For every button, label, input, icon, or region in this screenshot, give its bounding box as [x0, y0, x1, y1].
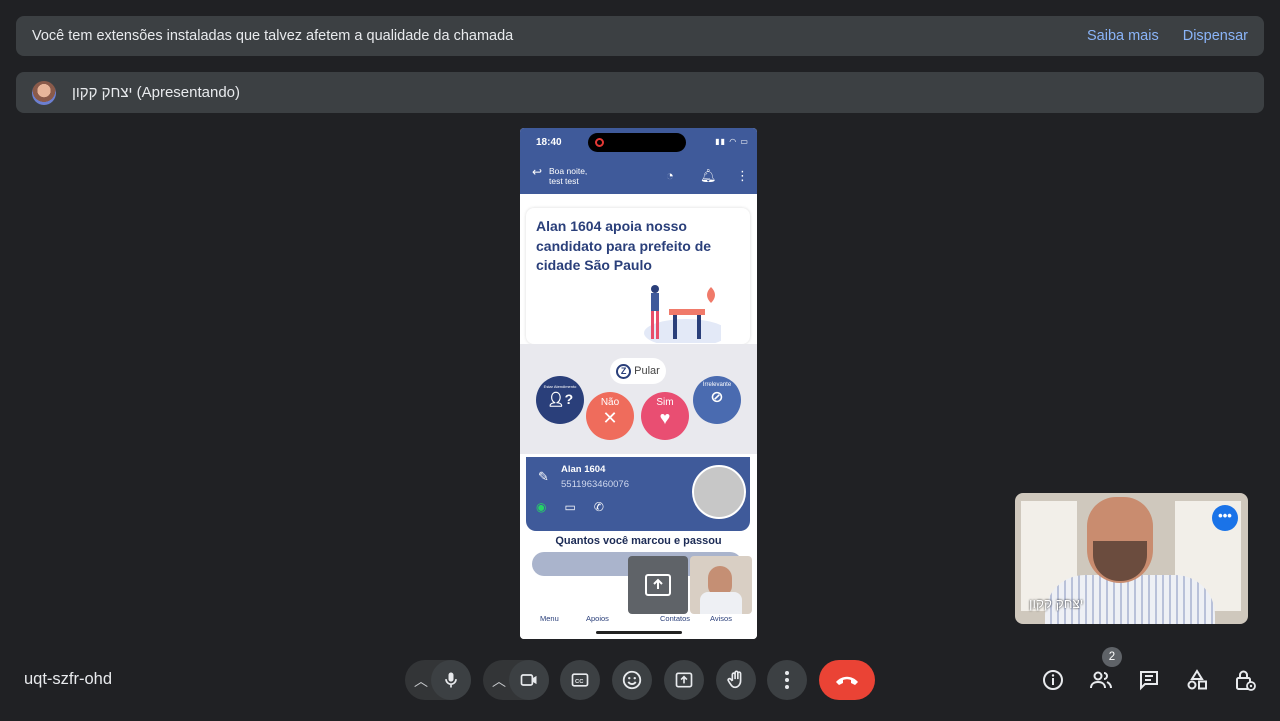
present-screen-button[interactable] [664, 660, 704, 700]
meeting-details-icon[interactable] [1041, 668, 1065, 692]
question-text: Quantos você marcou e passou [555, 535, 722, 547]
nav-item-avisos: Avisos [710, 614, 732, 623]
phone-icon[interactable]: ✆ [594, 500, 622, 514]
yes-button[interactable]: Sim ♥ [641, 392, 689, 440]
home-indicator [596, 631, 682, 634]
presenter-bar: יצחק קקון (Apresentando) [16, 72, 1264, 113]
irrelevant-button[interactable]: Irrelevante ⊘ [693, 376, 741, 424]
host-controls-icon[interactable] [1233, 668, 1257, 692]
contact-phone: 5511963460076 [561, 479, 629, 490]
emoji-icon [622, 670, 642, 690]
message-icon[interactable]: ▭ [564, 500, 593, 514]
no-button[interactable]: Não ✕ [586, 392, 634, 440]
end-call-icon [836, 676, 858, 685]
nav-item-apoios: Apoios [586, 614, 609, 623]
mic-button[interactable] [431, 660, 471, 700]
more-vert-icon: ⋮ [736, 168, 749, 183]
more-options-button[interactable] [767, 660, 807, 700]
dynamic-island [588, 133, 686, 152]
greeting: Boa noite, test test [549, 166, 588, 186]
contact-name: Alan 1604 [561, 464, 606, 475]
contact-card: ✎ Alan 1604 5511963460076 ◉▭✆ [526, 457, 750, 531]
present-icon [645, 574, 671, 596]
leave-call-button[interactable] [819, 660, 875, 700]
presenter-label: יצחק קקון (Apresentando) [72, 84, 241, 101]
people-icon[interactable] [1089, 668, 1113, 692]
participant-name: יצחק קקון [1029, 596, 1084, 611]
back-icon: ↩ [532, 165, 543, 179]
mic-options-chevron-icon[interactable]: ︿ [414, 671, 428, 691]
dismiss-button[interactable]: Dispensar [1183, 28, 1248, 44]
notice-message: Você tem extensões instaladas que talvez… [32, 28, 514, 44]
extensions-notice: Você tem extensões instaladas que talvez… [16, 16, 1264, 56]
camera-options-chevron-icon[interactable]: ︿ [492, 671, 506, 691]
headline-card: Alan 1604 apoia nosso candidato para pre… [526, 208, 750, 344]
mic-icon [445, 672, 457, 688]
edit-icon[interactable]: ✎ [538, 469, 549, 485]
svg-text:CC: CC [575, 679, 584, 685]
status-icons: ▮▮ ◠ ▭ [715, 137, 749, 146]
skip-button[interactable]: Z Pular [610, 358, 666, 384]
voting-illustration [644, 285, 721, 343]
tile-more-options-icon[interactable]: ••• [1212, 505, 1238, 531]
participants-count-badge: 2 [1102, 647, 1122, 667]
avatar [32, 80, 56, 105]
more-vert-icon [785, 671, 789, 689]
whatsapp-icon[interactable]: ◉ [536, 500, 564, 514]
mini-self-view [690, 556, 752, 614]
shared-screen: 18:40 ▮▮ ◠ ▭ ↩ Boa noite, test test ◔ 🔔︎… [520, 128, 757, 639]
contact-photo [692, 465, 746, 519]
hand-icon [727, 670, 742, 689]
captions-icon: CC [571, 673, 589, 687]
headline: Alan 1604 apoia nosso candidato para pre… [536, 218, 712, 273]
nav-item-contatos: Contatos [660, 614, 691, 623]
screen-share-overlay [628, 556, 688, 614]
meeting-code: uqt-szfr-ohd [24, 670, 113, 688]
reactions-button[interactable] [612, 660, 652, 700]
activities-icon[interactable] [1185, 668, 1209, 692]
present-screen-icon [675, 672, 693, 688]
bell-icon: 🔔︎ [700, 168, 717, 183]
chat-icon[interactable] [1137, 668, 1161, 692]
service-button[interactable]: Estar Atendimento 👤︎? [536, 376, 584, 424]
nav-item-menu: Menu [540, 614, 559, 623]
phone-header: 18:40 ▮▮ ◠ ▭ ↩ Boa noite, test test ◔ 🔔︎… [520, 128, 757, 194]
raise-hand-button[interactable] [716, 660, 756, 700]
captions-button[interactable]: CC [560, 660, 600, 700]
messenger-icon: ◔ [666, 168, 674, 183]
contact-actions: ◉▭✆ [536, 500, 622, 514]
vote-section: Z Pular Estar Atendimento 👤︎? Não ✕ Sim ♥… [520, 344, 757, 454]
self-view-tile[interactable]: ••• יצחק קקון [1015, 493, 1248, 624]
learn-more-link[interactable]: Saiba mais [1087, 28, 1159, 44]
camera-button[interactable] [509, 660, 549, 700]
camera-icon [520, 674, 537, 686]
phone-time: 18:40 [536, 137, 562, 148]
